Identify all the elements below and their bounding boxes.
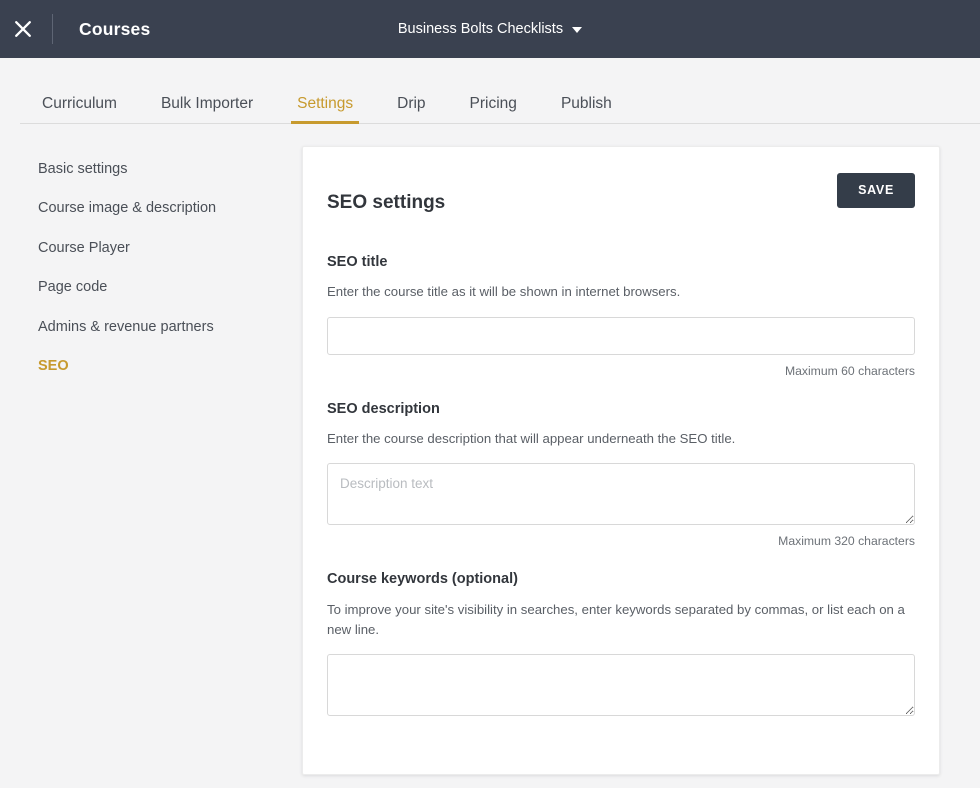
seo-description-textarea[interactable] <box>327 463 915 526</box>
seo-title-input[interactable] <box>327 316 915 355</box>
sidebar-item-page-code[interactable]: Page code <box>38 268 302 307</box>
close-x-icon <box>13 19 33 39</box>
close-button[interactable] <box>0 0 46 58</box>
app-title: Courses <box>79 18 151 39</box>
settings-sidebar: Basic settings Course image & descriptio… <box>0 146 302 386</box>
seo-title-help-text: Enter the course title as it will be sho… <box>327 284 681 300</box>
top-bar: Courses Business Bolts Checklists <box>0 0 980 58</box>
course-keywords-label: Course keywords (optional) <box>327 571 518 588</box>
tab-curriculum[interactable]: Curriculum <box>20 95 139 125</box>
tab-list: Curriculum Bulk Importer Settings Drip P… <box>20 58 634 124</box>
seo-description-label: SEO description <box>327 400 440 417</box>
seo-description-field-group: SEO description Enter the course descrip… <box>327 400 915 526</box>
sidebar-item-admins-revenue-partners[interactable]: Admins & revenue partners <box>38 308 302 347</box>
sidebar-item-seo[interactable]: SEO <box>38 347 302 386</box>
top-bar-divider <box>52 14 53 44</box>
course-name-label: Business Bolts Checklists <box>397 21 564 37</box>
sidebar-item-basic-settings[interactable]: Basic settings <box>38 150 302 189</box>
chevron-down-icon <box>572 27 583 33</box>
seo-title-field-group: SEO title Enter the course title as it w… <box>327 253 915 355</box>
seo-description-help-text: Enter the course description that will a… <box>327 430 736 446</box>
sidebar-item-course-image-description[interactable]: Course image & description <box>38 189 302 228</box>
top-bar-left-group: Courses <box>0 0 150 58</box>
seo-description-character-counter: Maximum 320 characters <box>778 534 915 549</box>
seo-settings-card: SEO settings SAVE SEO title Enter the co… <box>302 146 940 776</box>
course-keywords-textarea[interactable] <box>327 654 915 717</box>
seo-title-label: SEO title <box>327 254 388 271</box>
tab-drip[interactable]: Drip <box>375 95 447 125</box>
course-keywords-help-text: To improve your site's visibility in sea… <box>327 601 905 637</box>
page-content: Basic settings Course image & descriptio… <box>0 124 980 788</box>
card-header: SEO settings SAVE <box>327 173 915 227</box>
tab-pricing[interactable]: Pricing <box>448 95 539 125</box>
tab-publish[interactable]: Publish <box>539 95 634 125</box>
save-button[interactable]: SAVE <box>837 173 915 208</box>
tab-strip: Curriculum Bulk Importer Settings Drip P… <box>0 58 980 124</box>
sidebar-item-course-player[interactable]: Course Player <box>38 229 302 268</box>
page-title: SEO settings <box>327 191 446 213</box>
course-keywords-field-group: Course keywords (optional) To improve yo… <box>327 570 915 717</box>
tab-bulk-importer[interactable]: Bulk Importer <box>139 95 275 125</box>
course-selector[interactable]: Business Bolts Checklists <box>397 21 583 37</box>
tab-settings[interactable]: Settings <box>275 95 375 125</box>
seo-title-character-counter: Maximum 60 characters <box>784 363 915 378</box>
